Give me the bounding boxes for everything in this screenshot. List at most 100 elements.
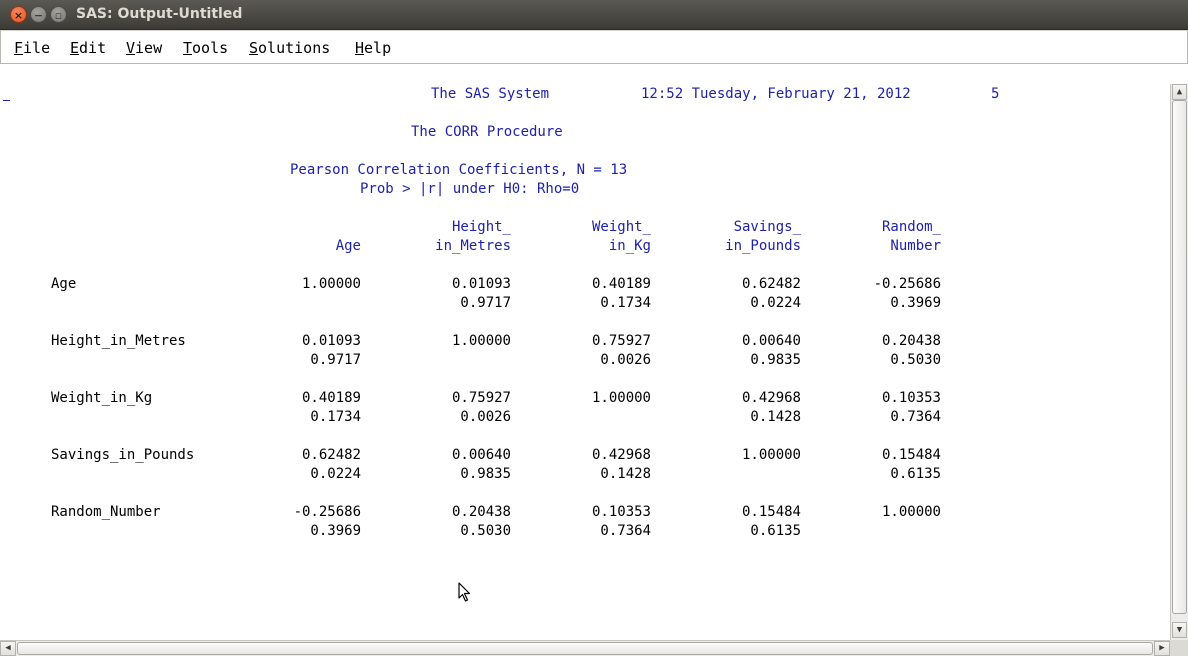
scroll-up-icon[interactable]: ▲ — [1172, 84, 1187, 100]
column-header-line2: Age — [335, 238, 361, 254]
p-value: 0.1734 — [310, 409, 361, 425]
correlation-value: 1.00000 — [881, 504, 941, 520]
p-value: 0.1428 — [600, 466, 651, 482]
p-value: 0.6135 — [890, 466, 941, 482]
column-header-line1: Height_ — [451, 219, 511, 235]
correlation-value: 0.40189 — [301, 390, 361, 406]
row-label: Age — [51, 276, 77, 292]
correlation-value: -0.25686 — [873, 276, 941, 292]
p-value: 0.1734 — [600, 295, 651, 311]
correlation-value: 0.42968 — [741, 390, 801, 406]
correlation-value: 0.75927 — [591, 333, 651, 349]
menu-solutions-label: olutions — [258, 39, 331, 57]
menu-file[interactable]: File — [14, 39, 50, 57]
correlation-subtitle: Pearson Correlation Coefficients, N = 13 — [290, 162, 628, 178]
correlation-value: 1.00000 — [591, 390, 651, 406]
correlation-value: 0.75927 — [451, 390, 511, 406]
column-header-line2: in_Metres — [435, 238, 511, 254]
correlation-value: 0.00640 — [451, 447, 511, 463]
p-value: 0.3969 — [890, 295, 941, 311]
row-label: Savings_in_Pounds — [51, 447, 195, 463]
menu-edit-label: dit — [79, 39, 107, 57]
procedure-title: The CORR Procedure — [411, 124, 563, 140]
correlation-value: 0.15484 — [881, 447, 941, 463]
scroll-left-icon[interactable]: ◀ — [0, 641, 16, 656]
p-value: 0.6135 — [750, 523, 801, 539]
column-header-line2: in_Kg — [608, 238, 651, 254]
p-value: 0.3969 — [310, 523, 361, 539]
menu-help-mnemonic: H — [355, 39, 365, 57]
title-bar: × − ▫ SAS: Output-Untitled — [0, 0, 1188, 30]
scrollbar-corner — [1170, 640, 1188, 656]
vertical-scroll-thumb[interactable] — [1172, 100, 1187, 614]
p-value: 0.0026 — [600, 352, 651, 368]
column-header-line2: in_Pounds — [725, 238, 801, 254]
correlation-value: 0.10353 — [591, 504, 651, 520]
vertical-scrollbar[interactable]: ▲ ▼ — [1170, 84, 1188, 640]
window-title: SAS: Output-Untitled — [76, 6, 243, 22]
menu-tools-mnemonic: T — [183, 39, 193, 57]
p-value: 0.5030 — [890, 352, 941, 368]
menu-solutions-mnemonic: S — [249, 39, 259, 57]
output-page-number: 5 — [991, 86, 1000, 102]
menu-bar: File Edit View Tools Solutions Help — [0, 30, 1188, 64]
menu-help-label: elp — [364, 39, 392, 57]
correlation-value: 0.00640 — [741, 333, 801, 349]
correlation-value: -0.25686 — [293, 504, 361, 520]
correlation-value: 0.20438 — [451, 504, 511, 520]
p-value: 0.7364 — [600, 523, 651, 539]
column-header-line1: Savings_ — [733, 219, 801, 235]
menu-file-label: ile — [23, 39, 51, 57]
correlation-value: 0.15484 — [741, 504, 801, 520]
mouse-pointer-icon — [458, 582, 471, 602]
horizontal-scrollbar[interactable]: ◀ ▶ — [0, 640, 1170, 656]
correlation-value: 0.40189 — [591, 276, 651, 292]
menu-view-mnemonic: V — [126, 39, 136, 57]
menu-edit-mnemonic: E — [70, 39, 80, 57]
menu-solutions[interactable]: Solutions — [249, 39, 330, 57]
correlation-value: 1.00000 — [741, 447, 801, 463]
maximize-window-button[interactable]: ▫ — [50, 6, 67, 23]
column-header-line2: Number — [890, 238, 941, 254]
column-header-line1: Weight_ — [591, 219, 651, 235]
correlation-value: 0.20438 — [881, 333, 941, 349]
p-value: 0.9717 — [460, 295, 511, 311]
p-value: 0.0026 — [460, 409, 511, 425]
menu-tools[interactable]: Tools — [183, 39, 228, 57]
p-value: 0.9717 — [310, 352, 361, 368]
minimize-window-button[interactable]: − — [30, 6, 47, 23]
probability-subtitle: Prob > |r| under H0: Rho=0 — [360, 181, 580, 197]
row-label: Height_in_Metres — [51, 333, 186, 349]
p-value: 0.0224 — [750, 295, 801, 311]
p-value: 0.1428 — [750, 409, 801, 425]
row-label: Random_Number — [51, 504, 161, 520]
scroll-right-icon[interactable]: ▶ — [1154, 641, 1170, 656]
correlation-value: 0.01093 — [451, 276, 511, 292]
row-label: Weight_in_Kg — [51, 390, 153, 406]
p-value: 0.9835 — [460, 466, 511, 482]
p-value: 0.5030 — [460, 523, 511, 539]
correlation-value: 0.10353 — [881, 390, 941, 406]
correlation-value: 1.00000 — [301, 276, 361, 292]
output-datetime: 12:52 Tuesday, February 21, 2012 — [641, 86, 911, 102]
output-window[interactable]: The SAS System 12:52 Tuesday, February 2… — [0, 64, 1170, 640]
menu-view[interactable]: View — [126, 39, 162, 57]
column-header-line1: Random_ — [881, 219, 941, 235]
menu-file-mnemonic: F — [14, 39, 24, 57]
menu-view-label: iew — [135, 39, 163, 57]
correlation-value: 1.00000 — [451, 333, 511, 349]
output-system-title: The SAS System — [431, 86, 550, 102]
horizontal-scroll-thumb[interactable] — [17, 642, 1153, 655]
close-window-button[interactable]: × — [10, 6, 27, 23]
correlation-value: 0.62482 — [301, 447, 361, 463]
menu-help[interactable]: Help — [355, 39, 391, 57]
scroll-down-icon[interactable]: ▼ — [1172, 622, 1187, 638]
correlation-value: 0.62482 — [741, 276, 801, 292]
menu-tools-label: ools — [192, 39, 229, 57]
correlation-value: 0.42968 — [591, 447, 651, 463]
menu-edit[interactable]: Edit — [70, 39, 106, 57]
p-value: 0.0224 — [310, 466, 361, 482]
p-value: 0.7364 — [890, 409, 941, 425]
p-value: 0.9835 — [750, 352, 801, 368]
correlation-value: 0.01093 — [301, 333, 361, 349]
